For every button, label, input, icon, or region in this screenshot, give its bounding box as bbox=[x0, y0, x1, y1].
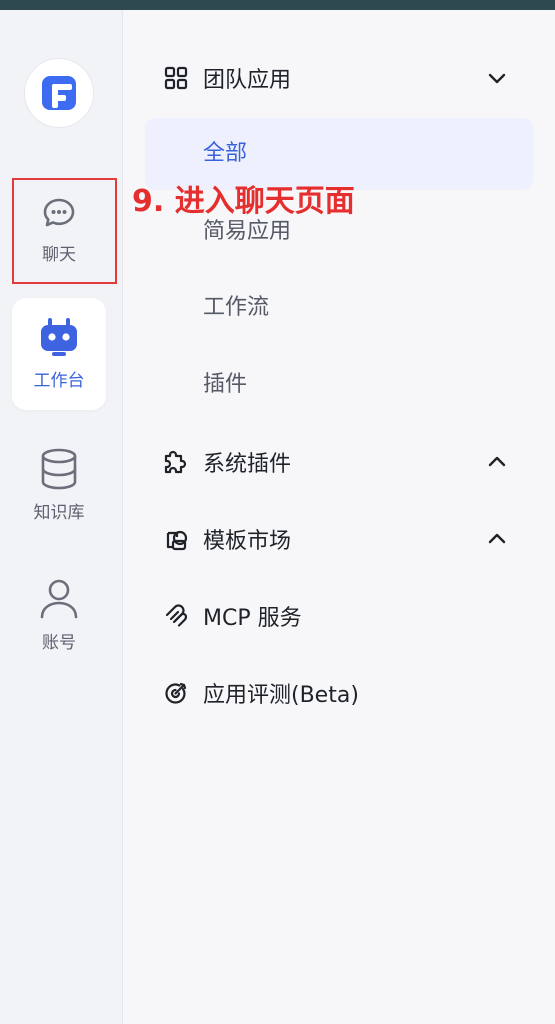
section-template-market[interactable]: 模板市场 bbox=[163, 519, 515, 559]
section-label-team-apps: 团队应用 bbox=[203, 68, 292, 93]
annotation-step-label: 9. 进入聊天页面 bbox=[132, 184, 355, 219]
nav-item-workbench[interactable]: 工作台 bbox=[12, 298, 106, 410]
nav-label-account: 账号 bbox=[42, 633, 76, 653]
left-sidebar: 聊天 工作台 知识库 账号 bbox=[0, 10, 123, 1024]
chevron-up-icon[interactable] bbox=[487, 452, 507, 472]
grid-icon bbox=[163, 65, 189, 91]
menu-item-workflow[interactable]: 工作流 bbox=[203, 288, 269, 328]
section-label-system-plugins: 系统插件 bbox=[203, 452, 292, 477]
target-icon bbox=[163, 680, 189, 706]
puzzle-icon bbox=[163, 449, 189, 475]
section-label-app-evaluation: 应用评测(Beta) bbox=[203, 683, 359, 708]
workbench-menu: 团队应用 全部 简易应用 工作流 插件 系统插件 模板市场 MCP 服务 应用评… bbox=[123, 10, 555, 1024]
menu-item-all[interactable]: 全部 bbox=[203, 134, 247, 174]
database-icon bbox=[41, 448, 77, 490]
mcp-icon bbox=[163, 603, 189, 629]
section-system-plugins[interactable]: 系统插件 bbox=[163, 442, 515, 482]
section-label-template-market: 模板市场 bbox=[203, 529, 292, 554]
nav-label-workbench: 工作台 bbox=[33, 371, 85, 391]
section-label-mcp-service: MCP 服务 bbox=[203, 606, 302, 631]
window-top-strip bbox=[0, 0, 555, 10]
app-logo[interactable] bbox=[24, 58, 94, 128]
nav-item-knowledge-base[interactable]: 知识库 bbox=[12, 448, 106, 560]
section-app-evaluation[interactable]: 应用评测(Beta) bbox=[163, 673, 515, 713]
chevron-up-icon[interactable] bbox=[487, 529, 507, 549]
section-mcp-service[interactable]: MCP 服务 bbox=[163, 596, 515, 636]
nav-item-account[interactable]: 账号 bbox=[12, 578, 106, 690]
section-team-apps[interactable]: 团队应用 bbox=[163, 58, 515, 98]
robot-icon bbox=[41, 318, 77, 356]
chevron-down-icon[interactable] bbox=[487, 68, 507, 88]
template-icon bbox=[163, 526, 189, 552]
annotation-highlight-box bbox=[12, 178, 117, 284]
user-icon bbox=[40, 579, 78, 619]
nav-label-knowledge-base: 知识库 bbox=[33, 503, 85, 523]
menu-item-plugins[interactable]: 插件 bbox=[203, 365, 247, 405]
logo-icon bbox=[42, 76, 76, 110]
